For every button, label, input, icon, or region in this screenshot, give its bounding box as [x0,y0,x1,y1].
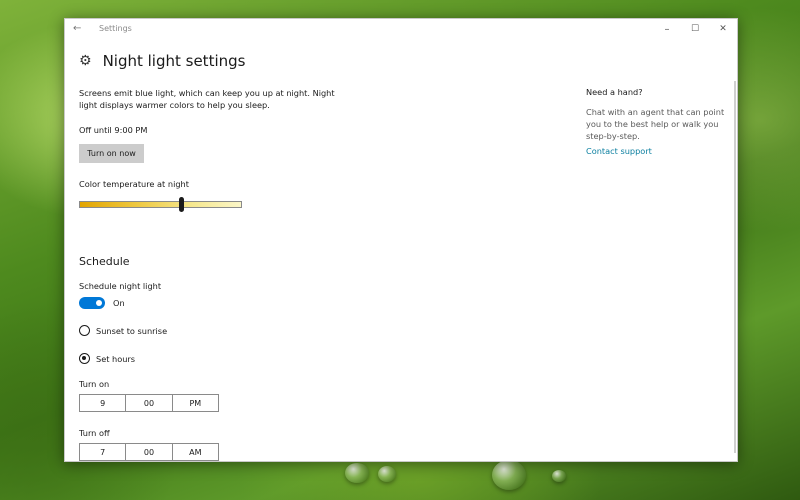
schedule-heading: Schedule [79,255,130,268]
hour-field[interactable]: 7 [80,444,127,460]
maximize-icon[interactable]: ☐ [681,19,709,39]
schedule-toggle-label: Schedule night light [79,281,162,291]
radio-label: Sunset to sunrise [96,325,168,336]
water-drop [552,470,566,482]
period-field[interactable]: PM [173,395,218,411]
back-icon[interactable]: ← [73,23,81,34]
page-header: ⚙ Night light settings [79,52,245,70]
color-temperature-slider[interactable] [79,197,242,212]
water-drop [345,463,369,483]
turn-on-now-button[interactable]: Turn on now [79,144,144,163]
toggle-state-text: On [113,298,125,308]
status-text: Off until 9:00 PM [79,125,148,135]
turn-on-label: Turn on [79,379,110,389]
page-title: Night light settings [102,52,246,70]
turn-on-time-picker[interactable]: 9 00 PM [79,394,219,412]
window-controls: – ☐ ✕ [653,19,737,39]
schedule-toggle[interactable] [79,297,105,309]
color-temperature-label: Color temperature at night [79,179,189,189]
minute-field[interactable]: 00 [126,444,173,460]
turn-off-time-picker[interactable]: 7 00 AM [79,443,219,461]
settings-window: ← Settings – ☐ ✕ ⚙ Night light settings … [64,18,738,462]
water-drop [492,460,526,490]
water-drop [378,466,396,482]
radio-circle[interactable] [79,325,90,336]
radio-set-hours[interactable]: Set hours [79,353,135,364]
gear-icon: ⚙ [79,53,92,69]
period-field[interactable]: AM [173,444,218,460]
radio-label: Set hours [96,353,136,364]
radio-sunset-to-sunrise[interactable]: Sunset to sunrise [79,325,167,336]
minute-field[interactable]: 00 [126,395,173,411]
toggle-knob [96,300,102,306]
radio-circle[interactable] [79,353,90,364]
hour-field[interactable]: 9 [80,395,127,411]
minimize-icon[interactable]: – [653,19,681,39]
slider-thumb[interactable] [179,197,185,212]
description-text: Screens emit blue light, which can keep … [79,88,335,110]
help-text: Chat with an agent that can point you to… [586,107,725,141]
title-bar[interactable]: ← Settings – ☐ ✕ [65,19,737,39]
scrollbar[interactable] [734,81,736,453]
turn-off-label: Turn off [79,428,110,438]
contact-support-link[interactable]: Contact support [586,146,726,156]
schedule-toggle-row: On [79,297,125,309]
app-title: Settings [99,24,132,33]
close-icon[interactable]: ✕ [709,19,737,39]
help-title: Need a hand? [586,87,643,97]
help-panel: Need a hand? Chat with an agent that can… [586,87,726,156]
